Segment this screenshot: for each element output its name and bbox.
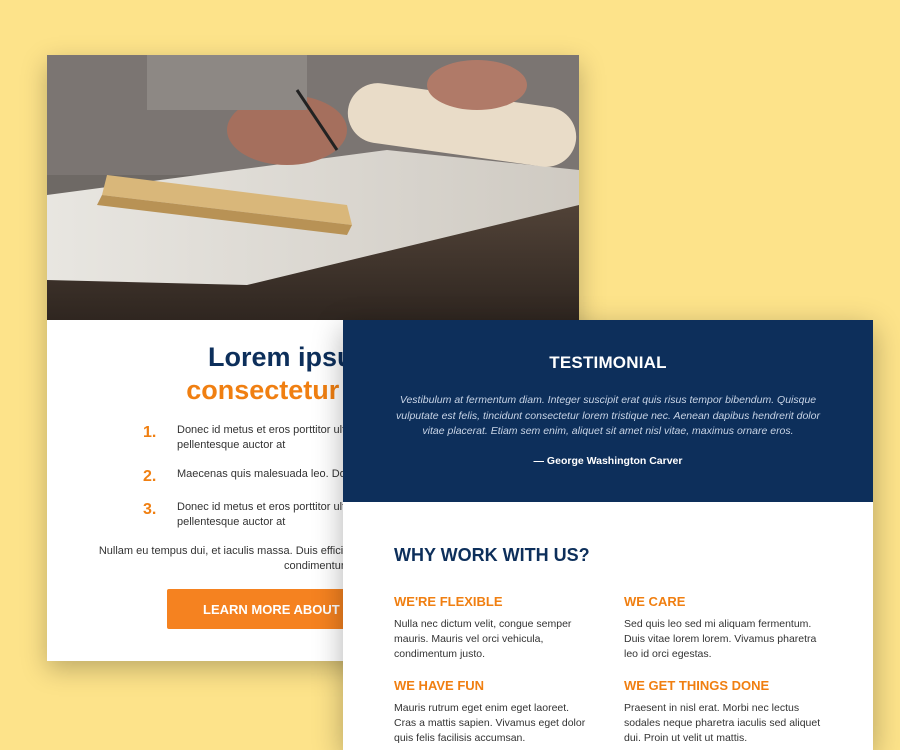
feature-text: Nulla nec dictum velit, congue semper ma…: [394, 618, 572, 660]
hero-illustration: [47, 55, 579, 320]
feature-text: Sed quis leo sed mi aliquam fermentum. D…: [624, 618, 817, 660]
feature-things-done: WE GET THINGS DONE Praesent in nisl erat…: [624, 678, 824, 746]
feature-text: Praesent in nisl erat. Morbi nec lectus …: [624, 702, 821, 744]
step-number: 3.: [143, 501, 157, 518]
feature-flexible: WE'RE FLEXIBLE Nulla nec dictum velit, c…: [394, 594, 594, 662]
feature-title: WE CARE: [624, 594, 686, 609]
why-work-heading: WHY WORK WITH US?: [394, 545, 590, 565]
testimonial-section: TESTIMONIAL Vestibulum at fermentum diam…: [343, 320, 873, 502]
feature-title: WE'RE FLEXIBLE: [394, 594, 503, 609]
feature-fun: WE HAVE FUN Mauris rutrum eget enim eget…: [394, 678, 594, 746]
feature-care: WE CARE Sed quis leo sed mi aliquam ferm…: [624, 594, 824, 662]
step-number: 2.: [143, 468, 157, 485]
testimonial-quote: Vestibulum at fermentum diam. Integer su…: [396, 394, 820, 437]
testimonial-heading: TESTIMONIAL: [549, 353, 667, 372]
testimonial-author: — George Washington Carver: [533, 455, 683, 467]
feature-title: WE HAVE FUN: [394, 678, 485, 693]
email-template-card-front: TESTIMONIAL Vestibulum at fermentum diam…: [343, 320, 873, 750]
hero-image: [47, 55, 579, 320]
feature-text: Mauris rutrum eget enim eget laoreet. Cr…: [394, 702, 586, 744]
step-number: 1.: [143, 424, 157, 441]
feature-title: WE GET THINGS DONE: [624, 678, 770, 693]
